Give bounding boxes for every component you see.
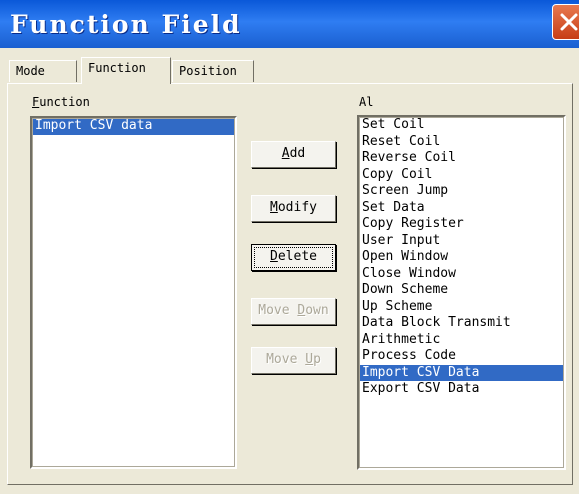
add-button[interactable]: Add <box>251 141 336 168</box>
tab-mode[interactable]: Mode <box>9 60 77 82</box>
list-item[interactable]: Copy Coil <box>359 167 564 184</box>
list-item[interactable]: Up Scheme <box>359 299 564 316</box>
available-functions-listbox[interactable]: Set Coil Reset Coil Reverse Coil Copy Coil S… <box>357 115 566 470</box>
tab-mode-label: Mode <box>16 64 45 78</box>
tab-position[interactable]: Position <box>172 60 254 82</box>
modify-button[interactable]: Modify <box>251 195 336 222</box>
window-title: Function Field <box>10 10 242 39</box>
list-item[interactable]: Reverse Coil <box>359 150 564 167</box>
list-item[interactable]: Reset Coil <box>359 134 564 151</box>
list-item[interactable]: User Input <box>359 233 564 250</box>
list-item[interactable]: Process Code <box>359 348 564 365</box>
function-listbox[interactable]: Import CSV data <box>30 116 237 469</box>
list-item[interactable]: Open Window <box>359 249 564 266</box>
list-item[interactable]: Close Window <box>359 266 564 283</box>
list-item[interactable]: Arithmetic <box>359 332 564 349</box>
close-icon <box>560 13 578 31</box>
close-button[interactable] <box>552 4 579 40</box>
list-item[interactable]: Data Block Transmit <box>359 315 564 332</box>
move-down-button[interactable]: Move Down <box>251 298 336 325</box>
tab-position-label: Position <box>179 64 237 78</box>
list-item[interactable]: Import CSV Data <box>359 364 564 381</box>
available-list-label: Al <box>359 95 374 109</box>
list-item[interactable]: Copy Register <box>359 216 564 233</box>
function-list-label: Function <box>32 95 90 109</box>
list-item[interactable]: Export CSV Data <box>359 381 564 398</box>
tab-function[interactable]: Function <box>81 57 171 84</box>
list-item[interactable]: Set Data <box>359 200 564 217</box>
title-bar: Function Field <box>0 0 579 48</box>
list-item[interactable]: Set Coil <box>359 117 564 134</box>
tab-function-label: Function <box>88 61 146 75</box>
move-up-button[interactable]: Move Up <box>251 347 336 374</box>
list-item[interactable]: Screen Jump <box>359 183 564 200</box>
list-item[interactable]: Import CSV data <box>32 118 235 135</box>
delete-button[interactable]: Delete <box>251 244 336 271</box>
list-item[interactable]: Down Scheme <box>359 282 564 299</box>
